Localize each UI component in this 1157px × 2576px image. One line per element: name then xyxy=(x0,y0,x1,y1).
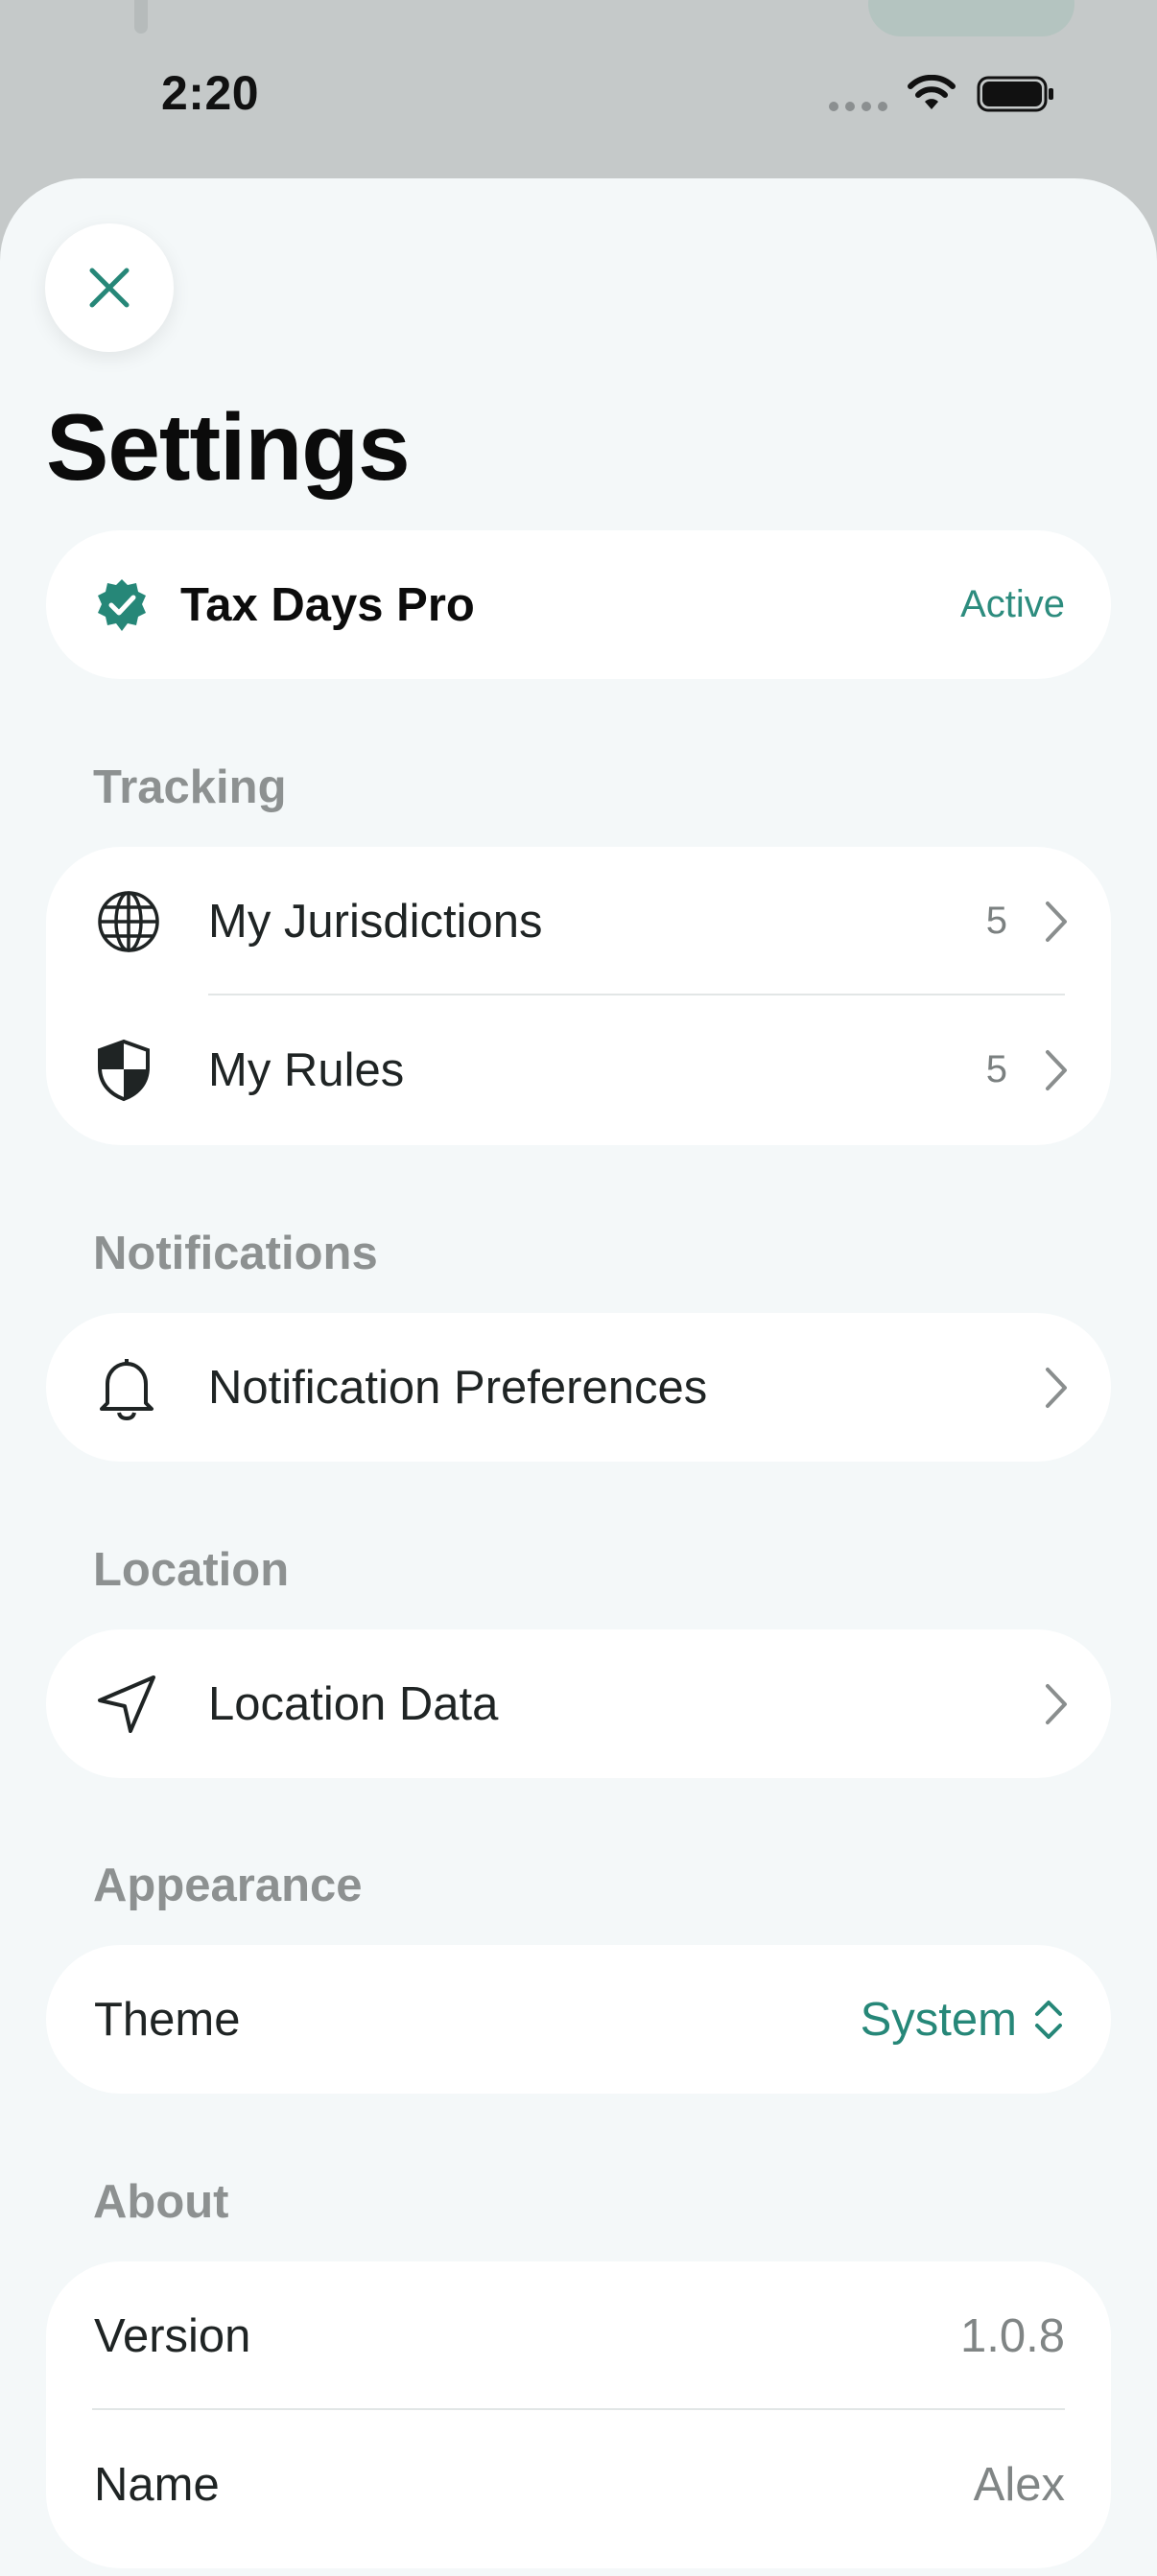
row-count: 5 xyxy=(985,1048,1007,1090)
tracking-card: My Jurisdictions 5 My Rules 5 xyxy=(46,847,1111,1145)
settings-row-location-data[interactable]: Location Data xyxy=(46,1629,1111,1778)
chevron-right-icon xyxy=(1044,1366,1069,1410)
chevron-right-icon xyxy=(1044,900,1069,944)
settings-row-notification-preferences[interactable]: Notification Preferences xyxy=(46,1313,1111,1462)
theme-picker[interactable]: Theme System xyxy=(46,1945,1111,2094)
cellular-icon xyxy=(829,102,887,111)
settings-row-label: My Rules xyxy=(208,1043,405,1096)
about-row-version: Version 1.0.8 xyxy=(46,2261,1111,2410)
section-label-location: Location xyxy=(93,1544,290,1596)
about-value: Alex xyxy=(973,2458,1065,2511)
page-title: Settings xyxy=(46,394,411,500)
bell-icon xyxy=(96,1355,157,1420)
close-icon xyxy=(89,268,130,308)
about-label: Version xyxy=(94,2309,251,2362)
subscription-status: Active xyxy=(960,583,1065,625)
subscription-name: Tax Days Pro xyxy=(180,578,475,631)
chevron-right-icon xyxy=(1044,1682,1069,1726)
row-count: 5 xyxy=(985,900,1007,942)
background-bar xyxy=(134,0,148,34)
theme-label: Theme xyxy=(94,1993,241,2046)
globe-icon xyxy=(96,889,161,954)
shield-icon xyxy=(96,1039,152,1102)
settings-row-rules[interactable]: My Rules 5 xyxy=(46,995,1111,1144)
verified-badge-icon xyxy=(94,577,150,633)
location-arrow-icon xyxy=(96,1674,157,1735)
about-card: Version 1.0.8 Name Alex xyxy=(46,2261,1111,2568)
about-label: Name xyxy=(94,2458,220,2511)
background-pill xyxy=(868,0,1074,36)
subscription-card[interactable]: Tax Days Pro Active xyxy=(46,530,1111,679)
chevron-updown-icon xyxy=(1032,1997,1065,2043)
battery-icon xyxy=(977,76,1053,112)
settings-row-label: Notification Preferences xyxy=(208,1361,708,1414)
section-label-appearance: Appearance xyxy=(93,1860,363,1911)
about-row-name[interactable]: Name Alex xyxy=(46,2410,1111,2559)
notifications-card: Notification Preferences xyxy=(46,1313,1111,1462)
about-value: 1.0.8 xyxy=(960,2309,1065,2362)
wifi-icon xyxy=(908,75,956,109)
settings-row-label: Location Data xyxy=(208,1677,499,1730)
settings-row-jurisdictions[interactable]: My Jurisdictions 5 xyxy=(46,847,1111,995)
appearance-card: Theme System xyxy=(46,1945,1111,2094)
status-time: 2:20 xyxy=(161,66,260,120)
section-label-notifications: Notifications xyxy=(93,1228,378,1279)
section-label-tracking: Tracking xyxy=(93,761,287,813)
chevron-right-icon xyxy=(1044,1048,1069,1092)
theme-value[interactable]: System xyxy=(861,1993,1017,2047)
location-card: Location Data xyxy=(46,1629,1111,1778)
settings-row-label: My Jurisdictions xyxy=(208,895,543,948)
section-label-about: About xyxy=(93,2176,229,2228)
close-button[interactable] xyxy=(45,223,174,352)
